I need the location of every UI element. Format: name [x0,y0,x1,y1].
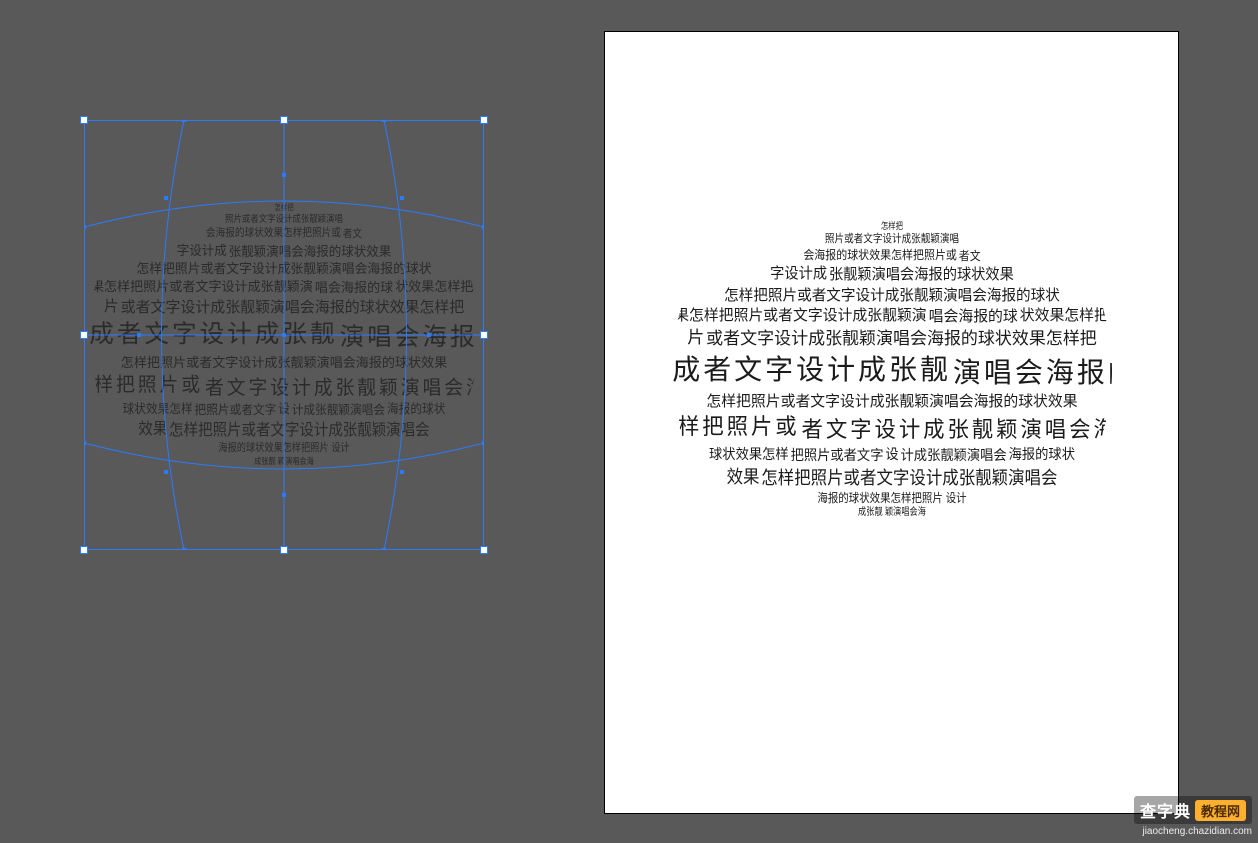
sphere-row-5-seg-2: 状效果怎样把 [395,278,473,296]
sphere-row-9-seg-0: 样把照片或 [677,412,799,442]
sphere-row-7: 成者文字设计成张靓演唱会海报的球状 [672,351,1112,392]
sphere-row-10-seg-0: 球状效果怎样 [709,445,789,464]
selection-handle-s[interactable] [280,546,288,554]
sphere-row-7-seg-1: 演唱会海报的 [952,354,1111,392]
sphere-row-7-seg-0: 成者文字设计成张靓 [672,351,951,389]
selection-handle-e[interactable] [480,331,488,339]
sphere-row-11-seg-1: 怎样把照片或者文字设计成张靓颖演唱会 [761,466,1057,490]
sphere-row-7: 成者文字设计成张靓演唱会海报的球状 [89,318,479,354]
sphere-text-block: 怎样把照片或者文字设计成张靓颖演唱会海报的球状效果怎样把照片或者文字设计成张靓颖… [89,140,479,530]
sphere-row-4-seg-0: 怎样把照片或者文字设计成张靓颖演唱会海报的球状 [136,260,431,278]
sphere-row-2: 会海报的球状效果怎样把照片或者文 [106,226,462,241]
sphere-row-11-seg-0: 效果 [726,465,759,489]
sphere-row-5-seg-1: 唱会海报的球 [928,307,1017,327]
sphere-row-3: 字设计成张靓颖演唱会海报的球状效果 [99,242,469,261]
sphere-row-9-seg-1: 者文字设计成张靓颖演唱会海报 [801,415,1111,445]
sphere-row-7-seg-1: 演唱会海报的 [340,321,479,354]
sphere-row-5-seg-0: 果怎样把照片或者文字设计成张靓颖演 [91,278,313,296]
sphere-row-3-seg-1: 张靓颖演唱会海报的球状效果 [828,265,1013,285]
selection-handle-w[interactable] [80,331,88,339]
sphere-row-4: 怎样把照片或者文字设计成张靓颖演唱会海报的球状 [677,286,1105,306]
sphere-row-12: 海报的球状效果怎样把照片 设计 [700,490,1083,506]
sphere-row-8-seg-0: 怎样把照片或者文字设计成张靓颖演唱会海报的球状效果 [121,354,447,372]
sphere-row-13-seg-0: 成张靓 颖演唱会海 [254,456,314,468]
sphere-row-3-seg-0: 字设计成 [177,242,227,260]
sphere-row-0-seg-0: 怎样把 [274,203,293,214]
artboard[interactable]: 怎样把照片或者文字设计成张靓颖演唱会海报的球状效果怎样把照片或者文字设计成张靓颖… [605,32,1178,813]
sphere-row-10-seg-3: 计成张靓颖演唱会 [292,402,385,419]
sphere-row-8-seg-0: 怎样把照片或者文字设计成张靓颖演唱会海报的球状效果 [706,392,1077,412]
sphere-row-3-seg-1: 张靓颖演唱会海报的球状效果 [229,243,392,261]
sphere-row-6-seg-1: 或者文字设计成张靓颖演唱会海报的球状效果怎样把 [121,298,465,318]
sphere-row-1: 照片或者文字设计成张靓颖演唱 [700,232,1083,247]
warped-text-object[interactable]: 怎样把照片或者文字设计成张靓颖演唱会海报的球状效果怎样把照片或者文字设计成张靓颖… [84,120,484,550]
sphere-row-3-seg-0: 字设计成 [770,264,827,284]
sphere-row-6-seg-0: 片 [687,327,704,350]
sphere-row-5-seg-3: 照 [476,279,479,297]
sphere-row-6: 片或者文字设计成张靓颖演唱会海报的球状效果怎样把 [89,297,479,318]
sphere-row-2-seg-0: 会海报的球状效果怎样把照片或 [206,226,341,240]
sphere-row-0: 怎样把 [124,203,444,214]
sphere-row-8: 怎样把照片或者文字设计成张靓颖演唱会海报的球状效果 [91,354,477,372]
selection-handle-se[interactable] [480,546,488,554]
watermark-pill: 教程网 [1195,800,1246,821]
sphere-row-10-seg-4: 海报的球状 [1008,445,1074,464]
sphere-row-7-seg-0: 成者文字设计成张靓 [89,318,337,351]
sphere-row-2: 会海报的球状效果怎样把照片或者文 [690,247,1092,264]
sphere-row-10-seg-1: 把照片或者文字 [790,446,883,465]
sphere-row-3: 字设计成张靓颖演唱会海报的球状效果 [683,264,1100,285]
sphere-row-2-seg-1: 者文 [343,227,362,241]
sphere-row-10: 球状效果怎样把照片或者文字设计成张靓颖演唱会海报的球状 [99,401,469,419]
sphere-row-5-seg-3: 照 [1110,307,1111,327]
sphere-row-10-seg-2: 设 [278,401,290,418]
sphere-row-1-seg-0: 照片或者文字设计成张靓颖演唱 [225,213,343,226]
sphere-row-12-seg-0: 海报的球状效果怎样把照片 设计 [218,441,349,455]
sphere-row-4-seg-0: 怎样把照片或者文字设计成张靓颖演唱会海报的球状 [724,286,1060,306]
sphere-row-10-seg-1: 把照片或者文字 [195,402,277,419]
artwork-sphere-typography: 怎样把照片或者文字设计成张靓颖演唱会海报的球状效果怎样把照片或者文字设计成张靓颖… [672,150,1112,590]
sphere-row-11-seg-1: 怎样把照片或者文字设计成张靓颖演唱会 [169,420,429,441]
sphere-row-13: 成张靓 颖演唱会海 [711,506,1072,520]
sphere-row-9: 样把照片或者文字设计成张靓颖演唱会海报 [94,372,473,401]
sphere-row-11-seg-0: 效果 [138,419,167,440]
sphere-row-11: 效果怎样把照片或者文字设计成张靓颖演唱会 [690,465,1092,490]
sphere-row-9-seg-1: 者文字设计成张靓颖演唱会海报 [205,375,479,401]
selection-handle-sw[interactable] [80,546,88,554]
sphere-row-10: 球状效果怎样把照片或者文字设计成张靓颖演唱会海报的球状 [683,445,1100,465]
sphere-row-6: 片或者文字设计成张靓颖演唱会海报的球状效果怎样把 [672,327,1112,351]
sphere-row-13: 成张靓 颖演唱会海 [124,456,444,468]
sphere-row-1: 照片或者文字设计成张靓颖演唱 [114,213,454,226]
sphere-row-5: 果怎样把照片或者文字设计成张靓颖演唱会海报的球状效果怎样把照 [674,306,1110,327]
sphere-row-4: 怎样把照片或者文字设计成张靓颖演唱会海报的球状 [94,260,473,278]
sphere-row-6-seg-1: 或者文字设计成张靓颖演唱会海报的球状效果怎样把 [706,328,1097,351]
sphere-row-9: 样把照片或者文字设计成张靓颖演唱会海报 [677,412,1105,445]
sphere-row-2-seg-1: 者文 [958,248,980,264]
selection-handle-n[interactable] [280,116,288,124]
sphere-row-2-seg-0: 会海报的球状效果怎样把照片或 [803,247,957,263]
selection-handle-ne[interactable] [480,116,488,124]
watermark-url: jiaocheng.chazidian.com [1134,826,1252,837]
sphere-row-10-seg-0: 球状效果怎样 [123,401,193,418]
sphere-text-block: 怎样把照片或者文字设计成张靓颖演唱会海报的球状效果怎样把照片或者文字设计成张靓颖… [672,150,1112,590]
sphere-row-10-seg-3: 计成张靓颖演唱会 [900,446,1006,465]
sphere-row-12: 海报的球状效果怎样把照片 设计 [114,441,454,455]
sphere-row-5-seg-2: 状效果怎样把 [1019,306,1108,326]
sphere-row-5-seg-1: 唱会海报的球 [315,279,393,297]
sphere-row-0-seg-0: 怎样把 [880,220,902,232]
sphere-row-5-seg-0: 果怎样把照片或者文字设计成张靓颖演 [674,306,926,326]
sphere-row-12-seg-0: 海报的球状效果怎样把照片 设计 [817,490,966,506]
sphere-row-10-seg-2: 设 [885,445,898,464]
sphere-row-11: 效果怎样把照片或者文字设计成张靓颖演唱会 [106,419,462,441]
canvas-selected-object[interactable]: 怎样把照片或者文字设计成张靓颖演唱会海报的球状效果怎样把照片或者文字设计成张靓颖… [84,120,484,550]
sphere-row-10-seg-4: 海报的球状 [387,401,445,418]
sphere-row-6-seg-0: 片 [104,297,119,317]
sphere-row-9-seg-0: 样把照片或 [94,372,203,398]
selection-handle-nw[interactable] [80,116,88,124]
sphere-row-13-seg-0: 成张靓 颖演唱会海 [858,506,926,520]
sphere-row-5: 果怎样把照片或者文字设计成张靓颖演唱会海报的球状效果怎样把照 [91,278,477,297]
sphere-row-1-seg-0: 照片或者文字设计成张靓颖演唱 [824,232,958,247]
sphere-row-8: 怎样把照片或者文字设计成张靓颖演唱会海报的球状效果 [674,392,1110,412]
sphere-row-0: 怎样把 [711,220,1072,232]
